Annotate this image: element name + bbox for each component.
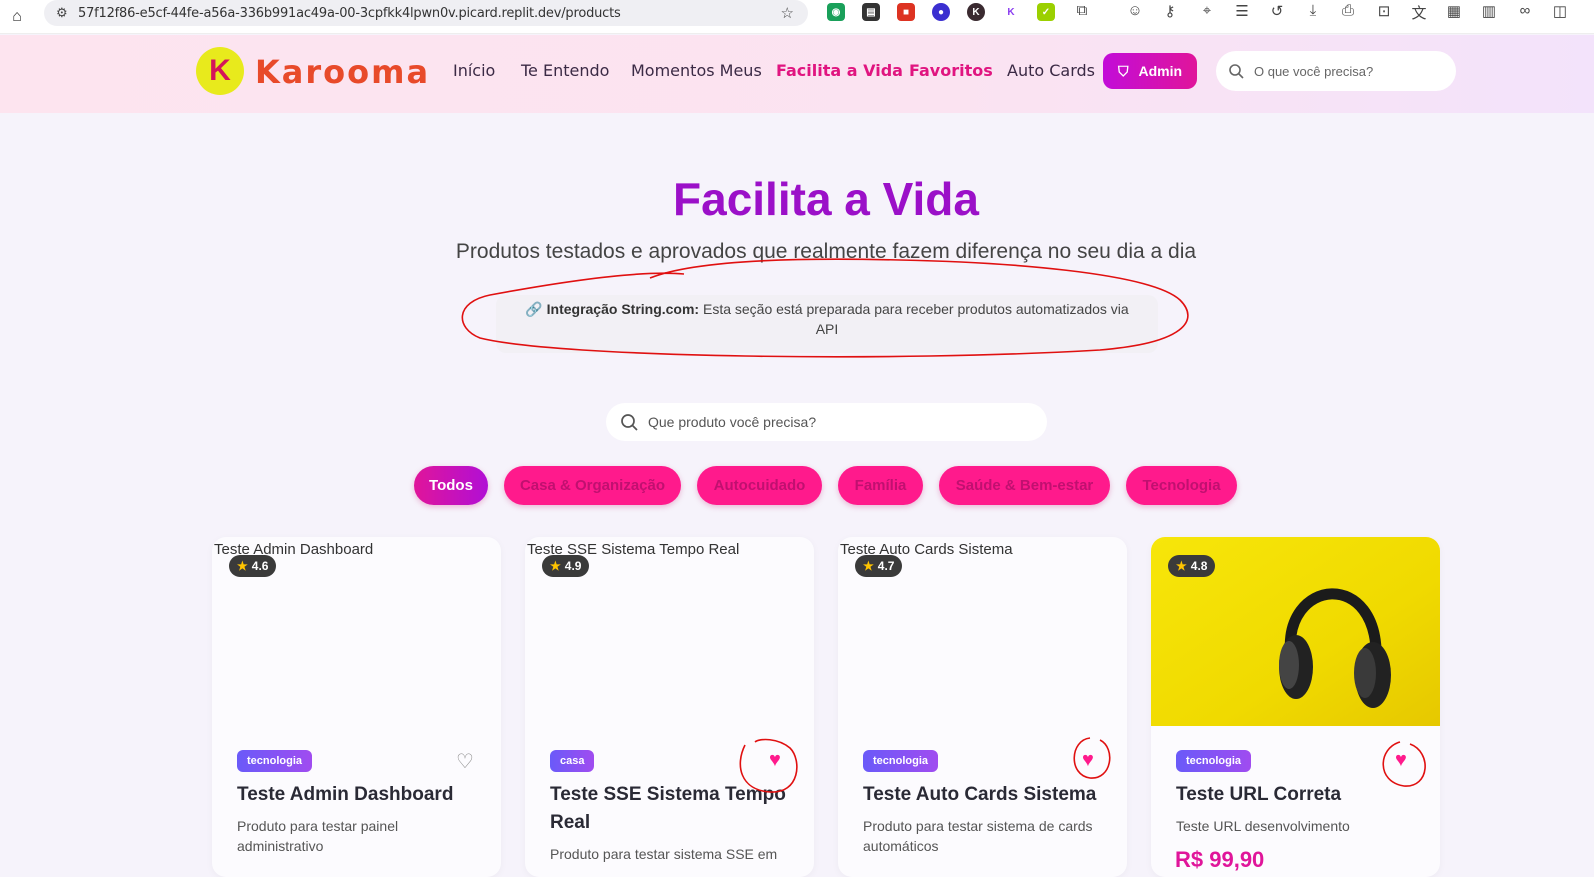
product-title[interactable]: Teste URL Correta — [1176, 781, 1426, 809]
key-icon[interactable]: ⚷ — [1160, 2, 1180, 20]
history-icon[interactable]: ↺ — [1267, 2, 1287, 20]
favorite-heart-icon[interactable]: ♥ — [769, 749, 781, 772]
reader-icon[interactable]: ▥ — [1479, 2, 1499, 20]
notes-icon[interactable]: ☰ — [1232, 2, 1252, 20]
product-description: Produto para testar sistema SSE em — [550, 846, 778, 862]
nav-momentos-meus[interactable]: Momentos Meus — [631, 61, 762, 80]
favorite-heart-icon[interactable]: ♡ — [456, 749, 474, 774]
nav-auto-cards[interactable]: Auto Cards — [1007, 61, 1095, 80]
category-badge: tecnologia — [237, 750, 313, 772]
page-title: Facilita a Vida — [673, 173, 979, 225]
category-badge: tecnologia — [863, 750, 939, 772]
rating-value: 4.8 — [1190, 559, 1208, 573]
extension-icon[interactable]: K — [967, 3, 985, 21]
url-text[interactable]: 57f12f86-e5cf-44fe-a56a-336b991ac49a-00-… — [78, 6, 621, 21]
product-card[interactable]: Teste Admin Dashboard ★ 4.6 tecnologia ♡ … — [212, 537, 501, 877]
link-icon: 🔗 — [525, 301, 543, 317]
rating-value: 4.6 — [251, 559, 269, 573]
header-search-placeholder: O que você precisa? — [1254, 63, 1374, 79]
logo-text[interactable]: Karooma — [255, 53, 430, 91]
rating-badge: ★ 4.7 — [855, 555, 903, 577]
category-badge: tecnologia — [1176, 750, 1252, 772]
incognito-icon[interactable]: ☺ — [1125, 2, 1145, 19]
location-icon[interactable]: ⌖ — [1197, 2, 1217, 19]
header-search-input[interactable]: O que você precisa? — [1216, 51, 1456, 91]
filter-autocuidado[interactable]: Autocuidado — [697, 466, 822, 505]
filter-todos[interactable]: Todos — [414, 466, 488, 505]
nav-favoritos[interactable]: Favoritos — [909, 61, 993, 80]
shield-icon: ⛉ — [1117, 62, 1129, 79]
product-description: Produto para testar sistema de cards aut… — [863, 818, 1093, 854]
nav-inicio[interactable]: Início — [453, 61, 495, 80]
sidebar-icon[interactable]: ◫ — [1550, 2, 1570, 20]
product-card[interactable]: Teste Auto Cards Sistema ★ 4.7 tecnologia… — [838, 537, 1127, 877]
link-icon[interactable]: ∞ — [1515, 2, 1535, 19]
product-card[interactable]: ★ 4.8 tecnologia ♥ Teste URL Correta Test… — [1151, 537, 1440, 877]
download-icon[interactable]: ⤓ — [1303, 2, 1323, 19]
page-subtitle: Produtos testados e aprovados que realme… — [455, 240, 1197, 263]
star-icon: ★ — [1176, 559, 1187, 573]
home-icon[interactable]: ⌂ — [0, 8, 34, 26]
nav-facilita-a-vida[interactable]: Facilita a Vida — [776, 61, 903, 80]
rating-badge: ★ 4.9 — [542, 555, 590, 577]
site-header: K Karooma Início Te Entendo Momentos Meu… — [0, 35, 1594, 113]
product-title[interactable]: Teste Auto Cards Sistema — [863, 781, 1113, 809]
filter-casa-organizacao[interactable]: Casa & Organização — [504, 466, 681, 505]
extension-icon[interactable]: ✓ — [1037, 3, 1055, 21]
extension-icon[interactable]: ▤ — [862, 3, 880, 21]
star-icon: ★ — [237, 559, 248, 573]
product-description: Teste URL desenvolvimento — [1176, 818, 1350, 834]
favorite-heart-icon[interactable]: ♥ — [1395, 749, 1407, 772]
rating-value: 4.9 — [564, 559, 582, 573]
favorite-heart-icon[interactable]: ♥ — [1082, 749, 1094, 772]
filter-saude-bem-estar[interactable]: Saúde & Bem-estar — [939, 466, 1110, 505]
product-card[interactable]: Teste SSE Sistema Tempo Real ★ 4.9 casa ♥… — [525, 537, 814, 877]
product-search-input[interactable]: Que produto você precisa? — [606, 403, 1047, 441]
rating-badge: ★ 4.6 — [229, 555, 277, 577]
qr-code-icon[interactable]: ▦ — [1444, 2, 1464, 20]
rating-badge: ★ 4.8 — [1168, 555, 1216, 577]
puzzle-icon[interactable]: ⧉ — [1072, 2, 1092, 19]
nav-te-entendo[interactable]: Te Entendo — [521, 61, 609, 80]
site-settings-icon[interactable]: ⚙ — [56, 5, 78, 21]
product-price: R$ 99,90 — [1175, 847, 1265, 872]
admin-button[interactable]: ⛉ Admin — [1103, 53, 1197, 89]
category-badge: casa — [550, 750, 595, 772]
product-title[interactable]: Teste SSE Sistema Tempo Real — [550, 781, 800, 837]
translate-icon[interactable]: 文 — [1409, 2, 1429, 23]
integration-notice: 🔗 Integração String.com: Esta seção está… — [496, 295, 1158, 353]
address-bar[interactable]: ⚙ 57f12f86-e5cf-44fe-a56a-336b991ac49a-0… — [44, 0, 808, 26]
admin-label: Admin — [1138, 63, 1183, 79]
extension-icon[interactable]: ◉ — [827, 3, 845, 21]
product-description: Produto para testar painel administrativ… — [237, 818, 399, 854]
browser-toolbar: ⌂ ⚙ 57f12f86-e5cf-44fe-a56a-336b991ac49a… — [0, 0, 1594, 34]
extension-icon[interactable]: ● — [932, 3, 950, 21]
notice-text: Esta seção está preparada para receber p… — [702, 301, 1129, 337]
logo-icon[interactable]: K — [196, 47, 244, 95]
bookmark-star-icon[interactable]: ☆ — [781, 4, 794, 22]
notice-label: Integração String.com: — [546, 301, 700, 317]
rating-value: 4.7 — [877, 559, 895, 573]
star-icon: ★ — [550, 559, 561, 573]
star-icon: ★ — [863, 559, 874, 573]
search-icon — [1229, 64, 1244, 79]
print-icon[interactable]: ⎙ — [1338, 2, 1358, 19]
screenshot-icon[interactable]: ⊡ — [1374, 2, 1394, 20]
extension-icon[interactable]: K — [1002, 3, 1020, 21]
extension-icon[interactable]: ■ — [897, 3, 915, 21]
filter-tecnologia[interactable]: Tecnologia — [1126, 466, 1237, 505]
filter-familia[interactable]: Família — [838, 466, 923, 505]
search-icon — [621, 414, 638, 431]
product-search-placeholder: Que produto você precisa? — [648, 414, 817, 430]
product-title[interactable]: Teste Admin Dashboard — [237, 781, 487, 809]
